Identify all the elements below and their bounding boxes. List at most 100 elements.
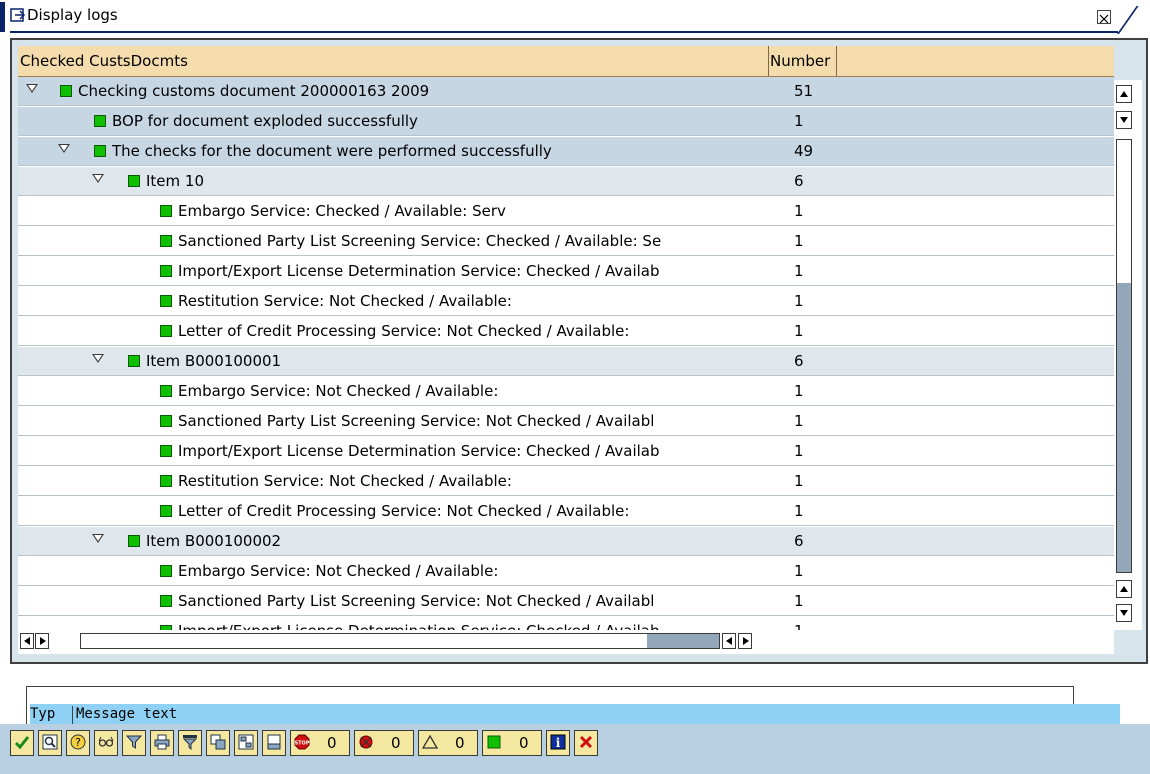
tree-row[interactable]: Import/Export License Determination Serv… — [18, 617, 1114, 630]
window-title: Display logs — [27, 6, 118, 24]
tree-row[interactable]: Letter of Credit Processing Service: Not… — [18, 317, 1114, 346]
scroll-up-button[interactable] — [1116, 85, 1132, 103]
tree-row-text: Sanctioned Party List Screening Service:… — [178, 232, 662, 250]
error-messages-button[interactable]: 0 — [354, 730, 414, 756]
green-led-icon — [160, 445, 172, 457]
scroll-page-down-button[interactable] — [1116, 111, 1132, 129]
tree-row[interactable]: Checking customs document 200000163 2009… — [18, 77, 1114, 106]
tree-row[interactable]: Item B000100002 6 — [18, 527, 1114, 556]
expand-triangle-icon[interactable] — [58, 144, 70, 153]
tree-row[interactable]: BOP for document exploded successfully 1 — [18, 107, 1114, 136]
tree-row-label-cell: Checking customs document 200000163 2009 — [18, 77, 766, 105]
green-led-icon — [160, 415, 172, 427]
scroll-track[interactable] — [1116, 139, 1132, 573]
tree-row[interactable]: Import/Export License Determination Serv… — [18, 437, 1114, 466]
arrow-right-icon — [40, 637, 46, 645]
hscroll-thumb[interactable] — [647, 634, 719, 648]
green-led-icon — [160, 385, 172, 397]
tree-row-label-cell: Item B000100001 — [18, 347, 766, 375]
tree-row[interactable]: Sanctioned Party List Screening Service:… — [18, 227, 1114, 256]
tree-row-label-cell: BOP for document exploded successfully — [18, 107, 766, 135]
tree-row[interactable]: Restitution Service: Not Checked / Avail… — [18, 467, 1114, 496]
information-button[interactable]: i — [546, 730, 570, 756]
tree-row-label-cell: Restitution Service: Not Checked / Avail… — [18, 287, 766, 315]
glasses-button[interactable] — [94, 730, 118, 756]
expand-triangle-icon[interactable] — [26, 84, 38, 93]
tree-row-label-cell: Item 10 — [18, 167, 766, 195]
svg-text:?: ? — [75, 736, 81, 749]
tree-row-label-cell: Item B000100002 — [18, 527, 766, 555]
tree-row[interactable]: Restitution Service: Not Checked / Avail… — [18, 287, 1114, 316]
tree-row-count: 1 — [794, 292, 804, 310]
scroll-left-button[interactable] — [20, 633, 34, 649]
tree-row[interactable]: Item 10 6 — [18, 167, 1114, 196]
tree-row[interactable]: Item B000100001 6 — [18, 347, 1114, 376]
close-button[interactable] — [1097, 10, 1111, 24]
error-icon — [359, 735, 373, 749]
print-button[interactable] — [150, 730, 174, 756]
stop-messages-button[interactable]: STOP 0 — [290, 730, 350, 756]
help-button[interactable]: ? — [66, 730, 90, 756]
export-button[interactable] — [262, 730, 286, 756]
green-led-icon — [94, 145, 106, 157]
horizontal-scrollbar[interactable] — [18, 630, 1114, 654]
tree-row[interactable]: Embargo Service: Not Checked / Available… — [18, 377, 1114, 406]
magnifier-icon — [42, 734, 58, 750]
col-scroll-right-button[interactable] — [738, 633, 752, 649]
filter-button[interactable] — [122, 730, 146, 756]
tree-row[interactable]: The checks for the document were perform… — [18, 137, 1114, 166]
continue-button[interactable] — [10, 730, 34, 756]
warning-messages-button[interactable]: 0 — [418, 730, 478, 756]
tree-row[interactable]: Embargo Service: Checked / Available: Se… — [18, 197, 1114, 226]
message-col-text[interactable]: Message text — [76, 706, 177, 722]
tree-row[interactable]: Letter of Credit Processing Service: Not… — [18, 497, 1114, 526]
tree-row-text: Import/Export License Determination Serv… — [178, 617, 660, 630]
tree-row-label-cell: Embargo Service: Not Checked / Available… — [18, 557, 766, 585]
detail-button[interactable] — [38, 730, 62, 756]
tree-row-text: Sanctioned Party List Screening Service:… — [178, 592, 655, 610]
svg-text:STOP: STOP — [295, 741, 310, 747]
tree-row-label-cell: Sanctioned Party List Screening Service:… — [18, 407, 766, 435]
vertical-scrollbar[interactable] — [1114, 80, 1142, 630]
scroll-page-up-button[interactable] — [1116, 580, 1132, 598]
column-header-number[interactable]: Number — [768, 46, 837, 76]
expand-triangle-icon[interactable] — [92, 174, 104, 183]
tree-row-text: Item 10 — [146, 172, 205, 190]
checkmark-icon — [14, 736, 30, 750]
tree-row[interactable]: Sanctioned Party List Screening Service:… — [18, 407, 1114, 436]
help-icon: ? — [70, 734, 86, 750]
tree-row-text: Letter of Credit Processing Service: Not… — [178, 322, 630, 340]
tree-row-text: Checking customs document 200000163 2009 — [78, 82, 430, 100]
scroll-thumb[interactable] — [1117, 283, 1131, 572]
tree-row-text: Item B000100002 — [146, 532, 282, 550]
message-col-type[interactable]: Typ — [30, 706, 73, 726]
cancel-icon — [579, 735, 593, 749]
tree-row[interactable]: Sanctioned Party List Screening Service:… — [18, 587, 1114, 616]
expand-triangle-icon[interactable] — [92, 354, 104, 363]
tree-row[interactable]: Embargo Service: Not Checked / Available… — [18, 557, 1114, 586]
tree-layout-button[interactable] — [234, 730, 258, 756]
layout-button[interactable] — [206, 730, 230, 756]
green-led-icon — [128, 355, 140, 367]
success-messages-button[interactable]: 0 — [482, 730, 542, 756]
title-bar: Display logs — [0, 0, 1150, 34]
hscroll-track[interactable] — [80, 633, 720, 649]
arrow-left-icon — [726, 637, 732, 645]
tree-row-count: 1 — [794, 322, 804, 340]
tree-row[interactable]: Import/Export License Determination Serv… — [18, 257, 1114, 286]
col-scroll-left-button[interactable] — [722, 633, 736, 649]
scroll-right-button[interactable] — [35, 633, 49, 649]
display-logs-icon — [10, 8, 26, 22]
tree-row-count: 1 — [794, 232, 804, 250]
arrow-up-icon — [1120, 586, 1128, 592]
tree-row-text: Restitution Service: Not Checked / Avail… — [178, 292, 512, 310]
scroll-down-button[interactable] — [1116, 604, 1132, 622]
title-underline — [10, 31, 1118, 33]
tree-row-count: 1 — [794, 472, 804, 490]
green-led-icon — [128, 535, 140, 547]
cancel-button[interactable] — [574, 730, 598, 756]
expand-triangle-icon[interactable] — [92, 534, 104, 543]
subtotal-button[interactable] — [178, 730, 202, 756]
title-accent-bar — [0, 2, 5, 32]
column-header-checked[interactable]: Checked CustsDocmts — [18, 46, 769, 76]
